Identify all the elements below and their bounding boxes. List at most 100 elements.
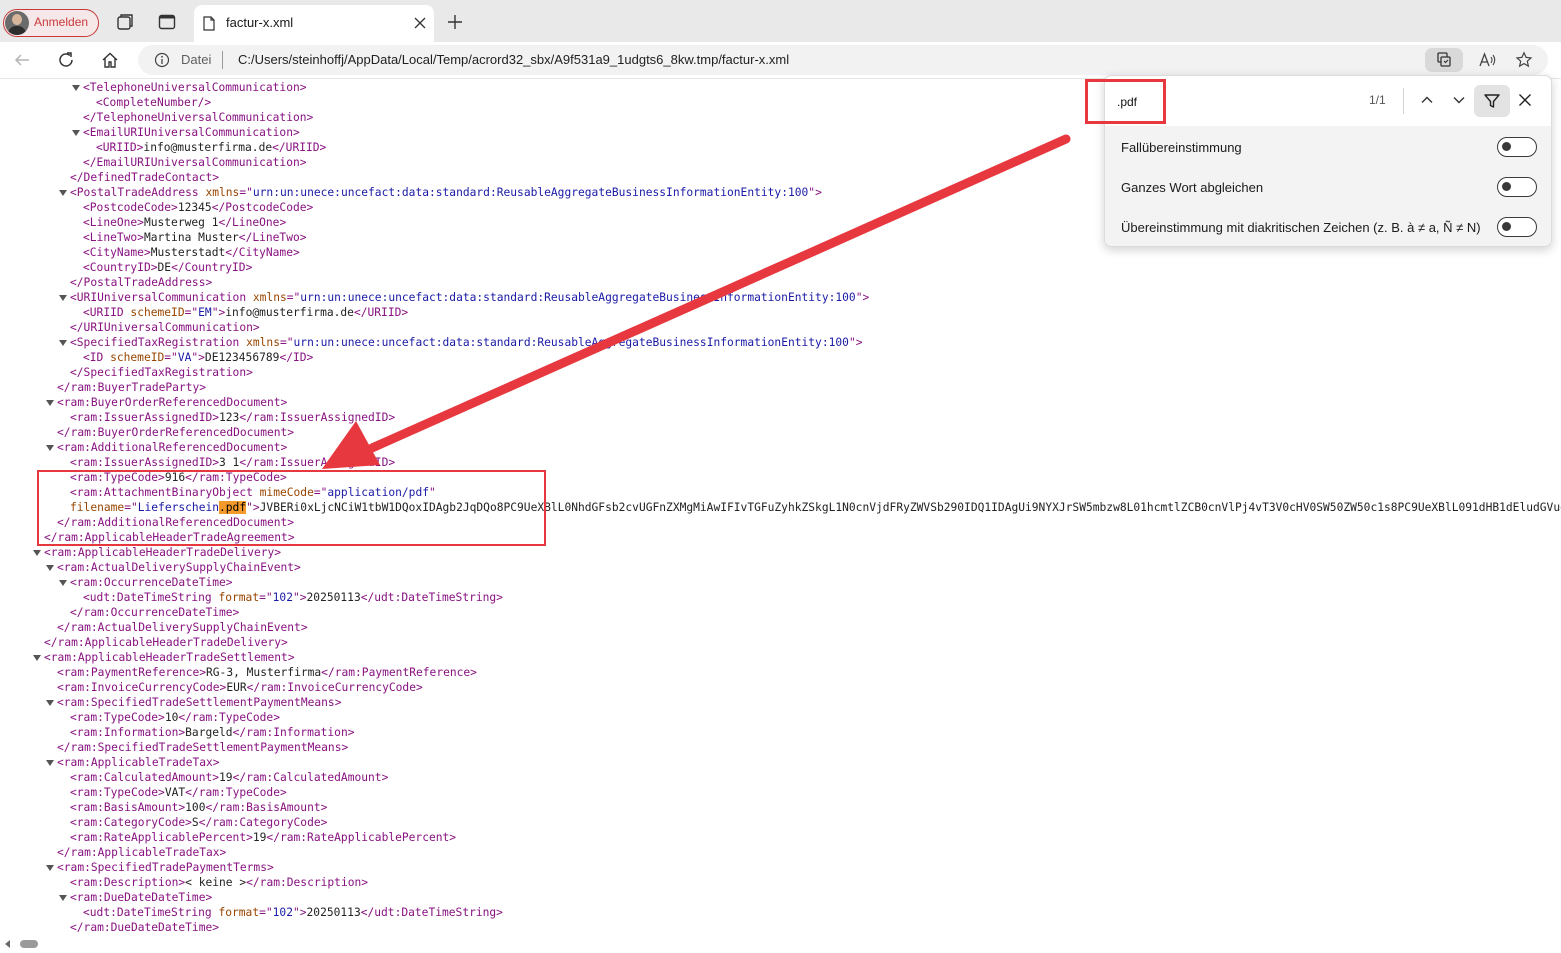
chevron-down-icon[interactable] (1451, 92, 1467, 108)
xml-token: <PostalTradeAddress (70, 186, 206, 199)
address-bar[interactable]: Datei C:/Users/steinhoffj/AppData/Local/… (138, 45, 1548, 75)
collapse-triangle-icon[interactable] (58, 293, 68, 303)
xml-token: <udt:DateTimeString (83, 591, 219, 604)
url-text[interactable]: C:/Users/steinhoffj/AppData/Local/Temp/a… (238, 52, 789, 67)
xml-token: info@musterfirma.de (225, 306, 354, 319)
app-available-button[interactable] (1425, 48, 1463, 72)
xml-token: xmlns (205, 186, 240, 199)
xml-line: <ram:PaymentReference>RG-3, Musterfirma<… (57, 665, 477, 680)
xml-token: info@musterfirma.de (143, 141, 273, 154)
xml-line: <ram:TypeCode>10</ram:TypeCode> (70, 710, 280, 725)
find-bar: 1/1 (1105, 76, 1551, 126)
close-icon[interactable] (414, 17, 426, 29)
collapse-triangle-icon[interactable] (58, 578, 68, 588)
xml-token: 19 (252, 831, 267, 844)
xml-line: <EmailURIUniversalCommunication> (83, 125, 300, 140)
tab-actions-icon[interactable] (115, 12, 135, 32)
info-icon[interactable] (154, 52, 170, 68)
whole-word-toggle[interactable] (1497, 177, 1537, 197)
collapse-triangle-icon[interactable] (32, 548, 42, 558)
xml-token: =" (164, 351, 178, 364)
xml-token: 20250113 (306, 906, 361, 919)
xml-token: <CompleteNumber/> (96, 96, 212, 109)
xml-token: S (191, 816, 199, 829)
xml-token: EM (198, 306, 212, 319)
collapse-triangle-icon[interactable] (45, 563, 55, 573)
xml-line: <ram:CalculatedAmount>19</ram:Calculated… (70, 770, 388, 785)
xml-token: =" (279, 336, 294, 349)
xml-line: </ram:BuyerTradeParty> (57, 380, 206, 395)
xml-token: </DefinedTradeContact> (70, 171, 220, 184)
xml-token: =" (259, 591, 273, 604)
xml-line: </URIUniversalCommunication> (70, 320, 260, 335)
chevron-up-icon[interactable] (1419, 92, 1435, 108)
xml-token: =" (286, 291, 301, 304)
xml-line: <ram:TypeCode>VAT</ram:TypeCode> (70, 785, 287, 800)
xml-token: <TelephoneUniversalCommunication> (83, 81, 307, 94)
xml-line: <ram:IssuerAssignedID>123</ram:IssuerAss… (70, 410, 395, 425)
xml-token: 123 (219, 411, 240, 424)
xml-token: </ram:ActualDeliverySupplyChainEvent> (57, 621, 308, 634)
collapse-triangle-icon[interactable] (45, 698, 55, 708)
xml-line: </ram:ActualDeliverySupplyChainEvent> (57, 620, 308, 635)
xml-line: <ram:CategoryCode>S</ram:CategoryCode> (70, 815, 327, 830)
close-icon[interactable] (1517, 92, 1533, 108)
xml-line: <SpecifiedTaxRegistration xmlns="urn:un:… (70, 335, 862, 350)
profile-signin-button[interactable]: Anmelden (3, 9, 99, 37)
xml-token: </URIUniversalCommunication> (70, 321, 260, 334)
xml-token: </CityName> (225, 246, 300, 259)
collapse-triangle-icon[interactable] (58, 338, 68, 348)
xml-token: </ram:SpecifiedTradeSettlementPaymentMea… (57, 741, 349, 754)
plus-icon[interactable] (446, 13, 464, 31)
xml-line: <ram:IssuerAssignedID>3 1</ram:IssuerAss… (70, 455, 395, 470)
xml-token: 19 (219, 771, 233, 784)
xml-line: </PostalTradeAddress> (70, 275, 212, 290)
collapse-triangle-icon[interactable] (58, 893, 68, 903)
xml-token: =" (259, 906, 273, 919)
xml-token: </ID> (279, 351, 314, 364)
xml-token: <ram:ApplicableHeaderTradeSettlement> (44, 651, 295, 664)
find-options-button[interactable] (1474, 85, 1510, 117)
xml-line: <ram:InvoiceCurrencyCode>EUR</ram:Invoic… (57, 680, 423, 695)
xml-token: </ram:Information> (232, 726, 355, 739)
xml-line: <TelephoneUniversalCommunication> (83, 80, 307, 95)
xml-token: </URIID> (272, 141, 327, 154)
collapse-triangle-icon[interactable] (71, 128, 81, 138)
tab-factur-x[interactable]: factur-x.xml (194, 5, 434, 42)
refresh-icon[interactable] (57, 51, 75, 69)
xml-token: <LineOne> (83, 216, 144, 229)
scroll-left-arrow-icon[interactable] (5, 940, 10, 948)
xml-line: </DefinedTradeContact> (70, 170, 219, 185)
match-case-toggle[interactable] (1497, 137, 1537, 157)
xml-token: </ram:DueDateDateTime> (70, 921, 220, 934)
read-aloud-icon[interactable] (1478, 51, 1496, 69)
diacritics-toggle[interactable] (1497, 217, 1537, 237)
collapse-triangle-icon[interactable] (45, 863, 55, 873)
scrollbar-thumb[interactable] (20, 940, 38, 948)
back-icon[interactable] (13, 51, 31, 69)
tab-title: factur-x.xml (226, 15, 294, 30)
collapse-triangle-icon[interactable] (45, 443, 55, 453)
xml-token: </PostalTradeAddress> (70, 276, 213, 289)
vertical-tabs-icon[interactable] (157, 12, 177, 32)
xml-token: <ram:PaymentReference> (57, 666, 207, 679)
xml-line: <ram:ActualDeliverySupplyChainEvent> (57, 560, 301, 575)
collapse-triangle-icon[interactable] (71, 83, 81, 93)
xml-token: </ram:OccurrenceDateTime> (70, 606, 240, 619)
collapse-triangle-icon[interactable] (58, 188, 68, 198)
favorite-star-icon[interactable] (1515, 51, 1533, 69)
collapse-triangle-icon[interactable] (32, 653, 42, 663)
xml-token: urn:un:unece:uncefact:data:standard:Reus… (293, 336, 849, 349)
home-icon[interactable] (101, 51, 119, 69)
xml-token: <ram:IssuerAssignedID> (70, 456, 220, 469)
xml-line: <udt:DateTimeString format="102">2025011… (83, 905, 503, 920)
url-scheme-label: Datei (181, 52, 212, 67)
xml-token: "> (848, 336, 863, 349)
collapse-triangle-icon[interactable] (45, 398, 55, 408)
xml-token: </ram:ApplicableTradeTax> (57, 846, 227, 859)
xml-token: </TelephoneUniversalCommunication> (83, 111, 314, 124)
xml-token: format (218, 591, 260, 604)
collapse-triangle-icon[interactable] (45, 758, 55, 768)
horizontal-scrollbar[interactable] (0, 937, 1561, 953)
xml-line: <URIUniversalCommunication xmlns="urn:un… (70, 290, 869, 305)
